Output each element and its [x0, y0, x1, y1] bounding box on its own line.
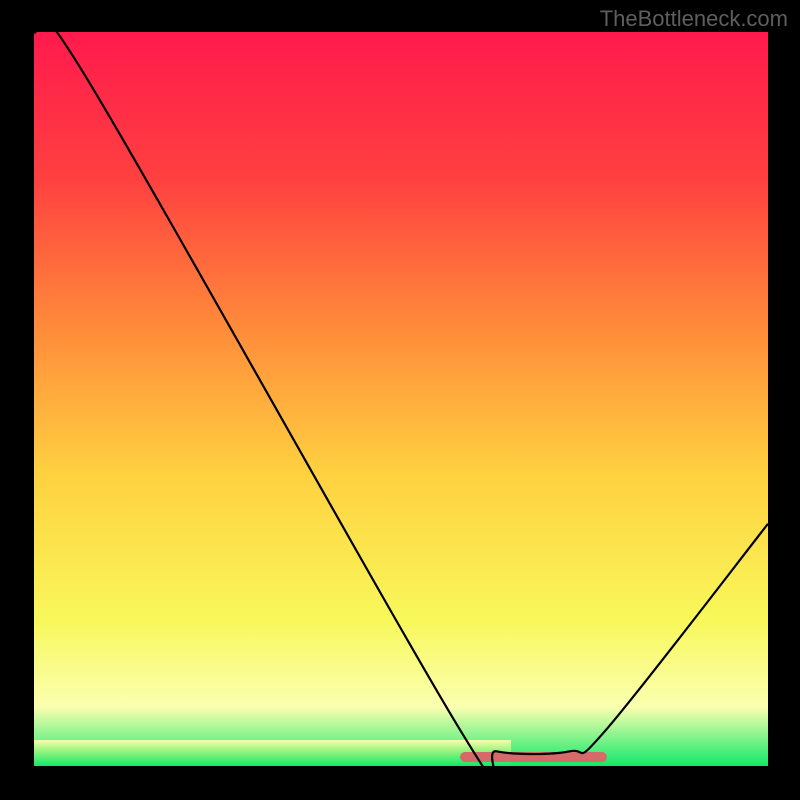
chart-plot-area — [34, 32, 768, 766]
bottleneck-curve — [34, 32, 768, 766]
watermark-text: TheBottleneck.com — [600, 6, 788, 32]
